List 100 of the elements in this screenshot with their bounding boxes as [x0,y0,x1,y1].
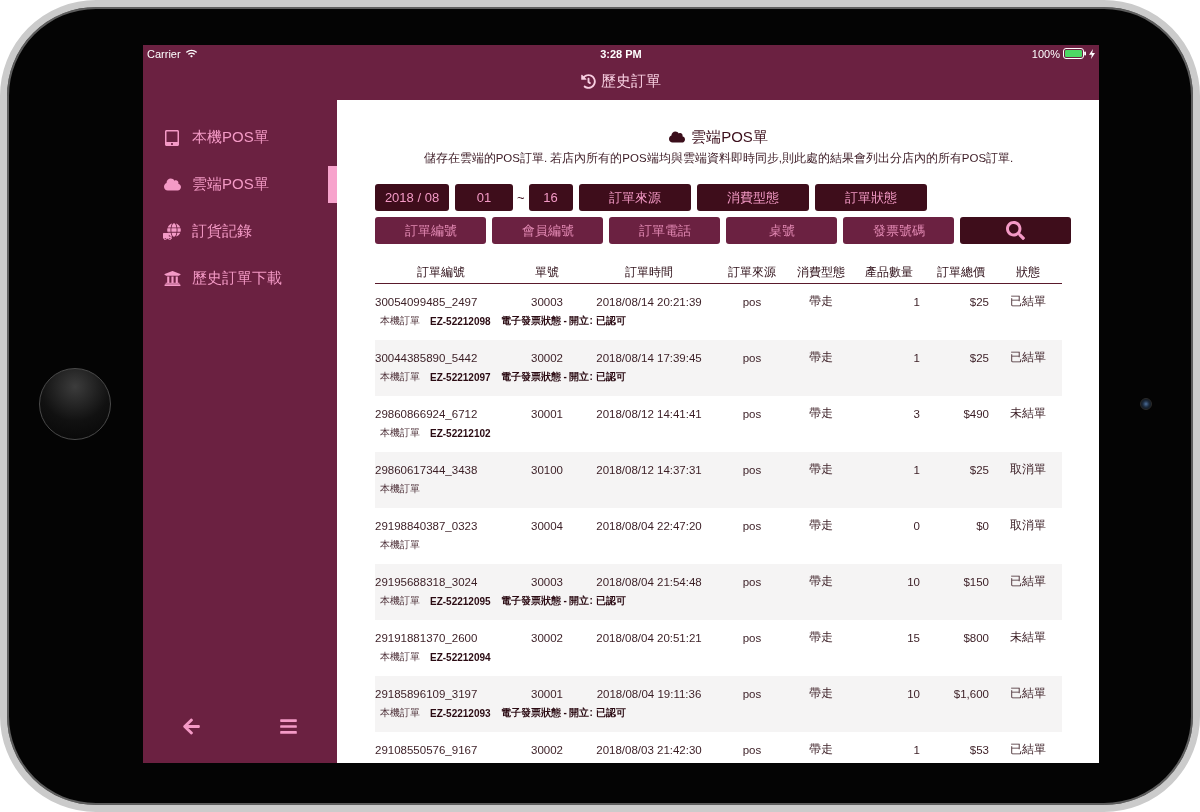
table-cell: 30044385890_5442 [375,351,478,364]
table-cell: pos [742,295,762,308]
filter-dropdown[interactable]: 消費型態 [696,184,809,211]
table-cell: 0 [913,519,920,532]
table-cell: 帶走 [809,686,833,701]
table-cell: 30100 [531,463,563,476]
table-cell: 已結單 [1009,742,1046,757]
order-source-label: 本機訂單 [380,594,420,608]
search-button[interactable] [960,217,1071,244]
table-cell: 帶走 [809,574,833,589]
table-cell: 30002 [531,351,563,364]
charging-bolt-icon [1089,48,1095,59]
table-cell: 取消單 [1009,462,1046,477]
invoice-number: EZ-52212098 [430,315,491,327]
page-title: 雲端POS單 [691,127,768,147]
table-cell: 2018/08/04 22:47:20 [596,519,702,532]
sidebar-item[interactable]: 本機POS單 [143,114,337,161]
invoice-number: EZ-52212094 [430,651,491,663]
table-cell: 10 [907,687,920,700]
table-cell: $800 [963,631,989,644]
table-row[interactable]: 30044385890_5442 30002 2018/08/14 17:39:45 pos 帶走 1 $25 已結單 本機訂單 EZ-52212097 電子發票狀態 - 開立: 已認可 [375,340,1062,396]
table-cell: pos [742,575,762,588]
table-cell: 2018/08/04 19:11:36 [596,687,702,700]
day-picker[interactable]: 16 [528,184,573,211]
table-cell: 帶走 [809,294,833,309]
table-cell: 1 [913,351,920,364]
table-cell: 3 [913,407,920,420]
battery-icon [1063,48,1086,59]
table-cell: 2018/08/14 20:21:39 [596,295,702,308]
tablet-icon [164,129,180,146]
search-field[interactable]: 訂單編號 [375,217,486,244]
column-header: 訂單總價 [937,263,985,281]
column-header: 訂單時間 [625,263,673,281]
table-cell: 30003 [531,295,563,308]
filter-dropdown[interactable]: 訂單狀態 [814,184,927,211]
sidebar-item[interactable]: 雲端POS單 [143,161,337,208]
table-cell: 帶走 [809,406,833,421]
table-cell: 1 [913,743,920,756]
order-source-label: 本機訂單 [380,482,420,496]
table-row[interactable]: 29195688318_3024 30003 2018/08/04 21:54:48 pos 帶走 10 $150 已結單 本機訂單 EZ-52212095 電子發票狀態 - 開立: 已認可 [375,564,1062,620]
table-cell: $25 [969,463,989,476]
table-cell: 已結單 [1009,294,1046,309]
table-cell: 30001 [531,407,563,420]
invoice-number: EZ-52212102 [430,427,491,439]
month-picker[interactable]: 2018 / 08 [375,184,449,211]
table-cell: pos [742,743,762,756]
column-header: 消費型態 [797,263,845,281]
order-source-label: 本機訂單 [380,538,420,552]
order-source-label: 本機訂單 [380,314,420,328]
table-cell: 帶走 [809,350,833,365]
table-cell: 帶走 [809,518,833,533]
table-cell: 10 [907,575,920,588]
cloud-icon [163,176,181,193]
table-cell: 帶走 [809,462,833,477]
bank-building-icon [163,270,181,287]
arrow-left-icon [182,716,201,736]
table-cell: 30002 [531,631,563,644]
table-cell: 帶走 [809,630,833,645]
table-cell: 未結單 [1009,630,1046,645]
invoice-number: EZ-52212093 [430,707,491,719]
search-field[interactable]: 發票號碼 [843,217,954,244]
column-header: 單號 [535,263,559,281]
table-row[interactable]: 29860617344_3438 30100 2018/08/12 14:37:31 pos 帶走 1 $25 取消單 本機訂單 [375,452,1062,508]
invoice-number: EZ-52212097 [430,371,491,383]
table-cell: $53 [969,743,989,756]
table-cell: 帶走 [809,742,833,757]
table-cell: pos [742,407,762,420]
sidebar-item[interactable]: 訂貨記錄 [143,208,337,255]
history-icon [581,73,596,89]
table-cell: 15 [907,631,920,644]
table-cell: 30002 [531,743,563,756]
order-source-label: 本機訂單 [380,426,420,440]
table-cell: 2018/08/12 14:37:31 [596,463,702,476]
invoice-status: 電子發票狀態 - 開立: 已認可 [500,370,626,384]
table-cell: 29108550576_9167 [375,743,478,756]
filter-dropdown[interactable]: 訂單來源 [578,184,691,211]
day-picker[interactable]: 01 [455,184,513,211]
camera-lens-icon [1139,398,1152,410]
search-field[interactable]: 會員編號 [492,217,603,244]
invoice-status: 電子發票狀態 - 開立: 已認可 [500,314,626,328]
table-cell: 未結單 [1009,406,1046,421]
table-cell: 2018/08/14 17:39:45 [596,351,702,364]
invoice-number: EZ-52212095 [430,595,491,607]
menu-icon [279,716,298,736]
table-cell: 29191881370_2600 [375,631,478,644]
search-field[interactable]: 訂單電話 [609,217,720,244]
table-cell: $0 [976,519,989,532]
sidebar-item[interactable]: 歷史訂單下載 [143,255,337,302]
search-field[interactable]: 桌號 [726,217,837,244]
cloud-icon [669,129,686,145]
order-source-label: 本機訂單 [380,650,420,664]
table-row[interactable]: 29185896109_3197 30001 2018/08/04 19:11:36 pos 帶走 10 $1,600 已結單 本機訂單 EZ-52212093 電子發票狀態 - 開立: 已認可 [375,676,1062,732]
table-cell: 2018/08/12 14:41:41 [596,407,702,420]
column-header: 產品數量 [865,263,913,281]
table-cell: 29860617344_3438 [375,463,478,476]
range-separator: ~ [517,190,525,205]
table-cell: pos [742,519,762,532]
invoice-status: 電子發票狀態 - 開立: 已認可 [500,706,626,720]
table-cell: 30004 [531,519,563,532]
table-cell: $25 [969,295,989,308]
